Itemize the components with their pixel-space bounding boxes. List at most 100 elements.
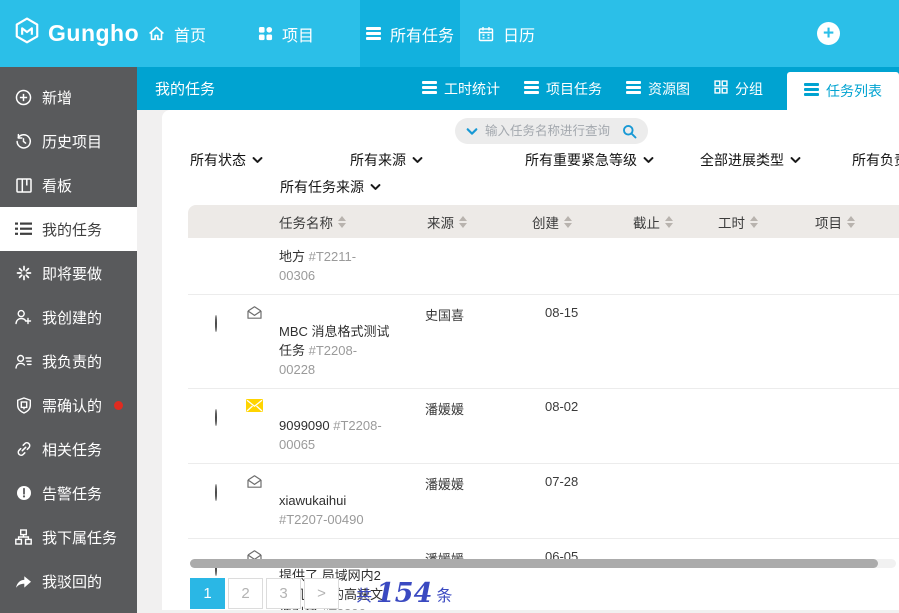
view-tab-4[interactable]: 分组 [714, 79, 763, 99]
column-header-2[interactable]: 来源 [427, 205, 467, 238]
page-button-2[interactable]: 2 [228, 578, 263, 609]
task-status-radio-icon[interactable] [215, 409, 217, 426]
view-tab-2[interactable]: 项目任务 [524, 79, 602, 99]
page-button-3[interactable]: 3 [266, 578, 301, 609]
task-status-radio-icon[interactable] [215, 484, 217, 501]
page-title: 我的任务 [155, 67, 215, 110]
sort-icon[interactable] [338, 216, 346, 228]
sidebar-item-7[interactable]: 我负责的 [0, 339, 137, 383]
bars-icon [524, 81, 539, 97]
unread-badge [114, 401, 123, 410]
search-input[interactable] [485, 124, 615, 138]
spark-icon [15, 265, 32, 281]
bars-icon [422, 81, 437, 97]
table-header: 任务名称 来源 创建 截止 工时 项目 [188, 205, 899, 238]
top-nav-item-4[interactable]: 日历 [478, 0, 535, 67]
chevron-down-icon [643, 156, 654, 164]
sidebar-item-9[interactable]: 相关任务 [0, 427, 137, 471]
sidebar-item-label: 我负责的 [42, 351, 102, 372]
total-prefix: 共 [356, 582, 372, 606]
task-source: 潘媛媛 [425, 399, 464, 418]
filter-label: 所有负责人 [852, 150, 899, 170]
sidebar-item-6[interactable]: 我创建的 [0, 295, 137, 339]
table-row-1[interactable]: 地方 #T2211-00306 [188, 238, 899, 295]
filter-dropdown-6[interactable]: 所有任务来源 [280, 177, 381, 197]
page-button-1[interactable]: 1 [190, 578, 225, 609]
sort-icon[interactable] [847, 216, 855, 228]
task-status-radio-icon[interactable] [215, 315, 217, 332]
sidebar-item-2[interactable]: 历史项目 [0, 119, 137, 163]
sidebar-item-10[interactable]: 告警任务 [0, 471, 137, 515]
chevron-down-icon [412, 156, 423, 164]
sidebar-item-11[interactable]: 我下属任务 [0, 515, 137, 559]
table-row-2[interactable]: MBC 消息格式测试任务 #T2208-00228 史国喜 08-15 [188, 295, 899, 389]
table-row-4[interactable]: xiawukaihui #T2207-00490潘媛媛07-28 [188, 464, 899, 539]
task-search [455, 118, 648, 144]
sidebar-item-5[interactable]: 即将要做 [0, 251, 137, 295]
sidebar-item-1[interactable]: 新增 [0, 75, 137, 119]
column-header-4[interactable]: 截止 [633, 205, 673, 238]
view-tab-1[interactable]: 工时统计 [422, 79, 500, 99]
sidebar-item-label: 看板 [42, 175, 72, 196]
column-header-1[interactable]: 任务名称 [279, 205, 346, 238]
view-tab-5[interactable]: 任务列表 [787, 72, 899, 110]
filter-dropdown-5[interactable]: 所有负责人 [852, 150, 899, 170]
task-name[interactable]: xiawukaihui #T2207-00490 [279, 491, 393, 529]
column-label: 来源 [427, 212, 454, 232]
filter-dropdown-1[interactable]: 所有状态 [190, 150, 263, 170]
sidebar: 新增历史项目看板我的任务即将要做我创建的我负责的需确认的相关任务告警任务我下属任… [0, 67, 137, 613]
envelope-open-icon [246, 474, 263, 492]
sidebar-item-label: 即将要做 [42, 263, 102, 284]
sidebar-item-8[interactable]: 需确认的 [0, 383, 137, 427]
chevron-down-icon [252, 156, 263, 164]
filter-label: 所有任务来源 [280, 177, 364, 197]
app-window: Gungho 首页项目所有任务日历 + 我的任务 工时统计项目任务资源图分组任务… [0, 0, 899, 613]
filter-dropdown-4[interactable]: 全部进展类型 [700, 150, 801, 170]
filter-label: 所有状态 [190, 150, 246, 170]
horizontal-scrollbar [190, 559, 896, 568]
filter-dropdown-2[interactable]: 所有来源 [350, 150, 423, 170]
task-created-date: 08-15 [545, 305, 578, 320]
table-row-3[interactable]: 9099090 #T2208-00065潘媛媛08-02 [188, 389, 899, 464]
column-header-5[interactable]: 工时 [718, 205, 758, 238]
top-nav-item-1[interactable]: 首页 [148, 0, 206, 67]
warning-icon [15, 485, 32, 501]
sidebar-item-label: 告警任务 [42, 483, 102, 504]
shield-icon [15, 397, 32, 414]
sidebar-item-3[interactable]: 看板 [0, 163, 137, 207]
sidebar-item-label: 相关任务 [42, 439, 102, 460]
envelope-open-icon [246, 305, 263, 323]
brand-logo[interactable]: Gungho [14, 0, 139, 67]
task-name[interactable]: 地方 #T2211-00306 [279, 247, 371, 285]
bars-icon [366, 27, 381, 40]
chevron-down-icon[interactable] [466, 127, 478, 136]
sidebar-item-4[interactable]: 我的任务 [0, 207, 137, 251]
next-page-button[interactable]: > [304, 578, 339, 609]
task-name[interactable]: MBC 消息格式测试任务 #T2208-00228 [279, 322, 393, 379]
column-label: 创建 [532, 212, 559, 232]
task-source: 史国喜 [425, 305, 464, 324]
sidebar-item-label: 我创建的 [42, 307, 102, 328]
task-name[interactable]: 9099090 #T2208-00065 [279, 416, 393, 454]
add-button[interactable]: + [817, 22, 840, 45]
view-tab-3[interactable]: 资源图 [626, 79, 690, 99]
column-header-6[interactable]: 项目 [815, 205, 855, 238]
bars-icon [804, 83, 819, 99]
horizontal-scrollbar-thumb[interactable] [190, 559, 878, 568]
sort-icon[interactable] [750, 216, 758, 228]
search-icon[interactable] [622, 124, 637, 139]
sort-icon[interactable] [459, 216, 467, 228]
filter-label: 所有重要紧急等级 [525, 150, 637, 170]
top-nav-item-2[interactable]: 项目 [258, 0, 314, 67]
sort-icon[interactable] [564, 216, 572, 228]
column-label: 任务名称 [279, 212, 333, 232]
filter-dropdown-3[interactable]: 所有重要紧急等级 [525, 150, 654, 170]
sort-icon[interactable] [665, 216, 673, 228]
top-nav-item-3[interactable]: 所有任务 [360, 0, 460, 67]
column-label: 截止 [633, 212, 660, 232]
column-header-3[interactable]: 创建 [532, 205, 572, 238]
view-tab-label: 任务列表 [826, 81, 882, 101]
sub-header: 我的任务 工时统计 项目任务 资源图 分组 任务列表 [137, 67, 899, 110]
envelope-filled-icon [246, 399, 263, 415]
sidebar-item-12[interactable]: 我驳回的 [0, 559, 137, 603]
